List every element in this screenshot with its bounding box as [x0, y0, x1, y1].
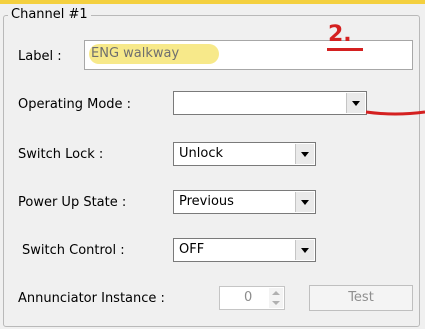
annotation-arrow-line: [365, 110, 425, 116]
